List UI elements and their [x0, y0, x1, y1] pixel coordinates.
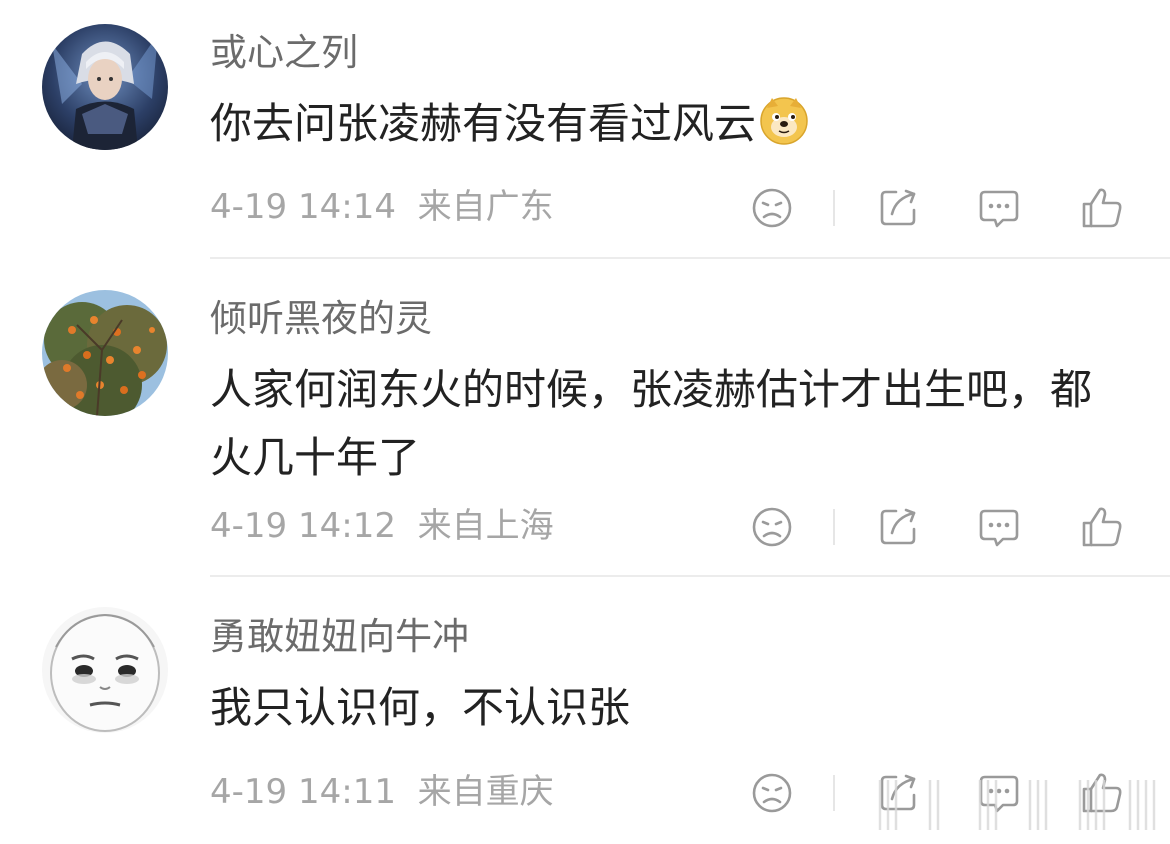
sad-face-icon	[752, 188, 792, 228]
comment-bubble-icon	[979, 190, 1019, 228]
comment-bubble-icon	[979, 509, 1019, 547]
separator	[833, 775, 835, 811]
avatar[interactable]	[42, 290, 168, 416]
comment-button[interactable]	[975, 184, 1023, 232]
comment-button[interactable]	[975, 503, 1023, 551]
avatar[interactable]	[42, 24, 168, 150]
divider	[210, 257, 1170, 259]
dislike-button[interactable]	[748, 503, 796, 551]
like-button[interactable]	[1078, 184, 1126, 232]
sketch-face-avatar	[42, 607, 168, 733]
watermark	[870, 770, 1170, 840]
dislike-button[interactable]	[748, 769, 796, 817]
sad-face-icon	[752, 507, 792, 547]
comment-text: 人家何润东火的时候，张凌赫估计才出生吧，都火几十年了	[210, 365, 1093, 482]
comment-text: 你去问张凌赫有没有看过风云	[210, 90, 1110, 166]
dislike-button[interactable]	[748, 184, 796, 232]
comment-text-content: 你去问张凌赫有没有看过风云	[210, 99, 757, 148]
share-button[interactable]	[874, 503, 922, 551]
comment-text: 我只认识何，不认识张	[210, 683, 631, 732]
like-button[interactable]	[1078, 503, 1126, 551]
separator	[833, 509, 835, 545]
share-icon	[880, 189, 916, 226]
username[interactable]: 勇敢妞妞向牛冲	[210, 618, 469, 655]
thumbs-up-icon	[1082, 507, 1122, 547]
share-button[interactable]	[874, 184, 922, 232]
doge-emoji-icon	[758, 94, 810, 166]
anime-warrior-avatar	[42, 24, 168, 150]
separator	[833, 190, 835, 226]
username[interactable]: 或心之列	[210, 34, 358, 71]
divider	[210, 575, 1170, 577]
persimmon-tree-avatar	[42, 290, 168, 416]
username[interactable]: 倾听黑夜的灵	[210, 300, 432, 337]
sad-face-icon	[752, 773, 792, 813]
thumbs-up-icon	[1082, 188, 1122, 228]
action-bar	[0, 503, 1170, 551]
avatar[interactable]	[42, 607, 168, 733]
action-bar	[0, 184, 1170, 232]
share-icon	[880, 508, 916, 545]
